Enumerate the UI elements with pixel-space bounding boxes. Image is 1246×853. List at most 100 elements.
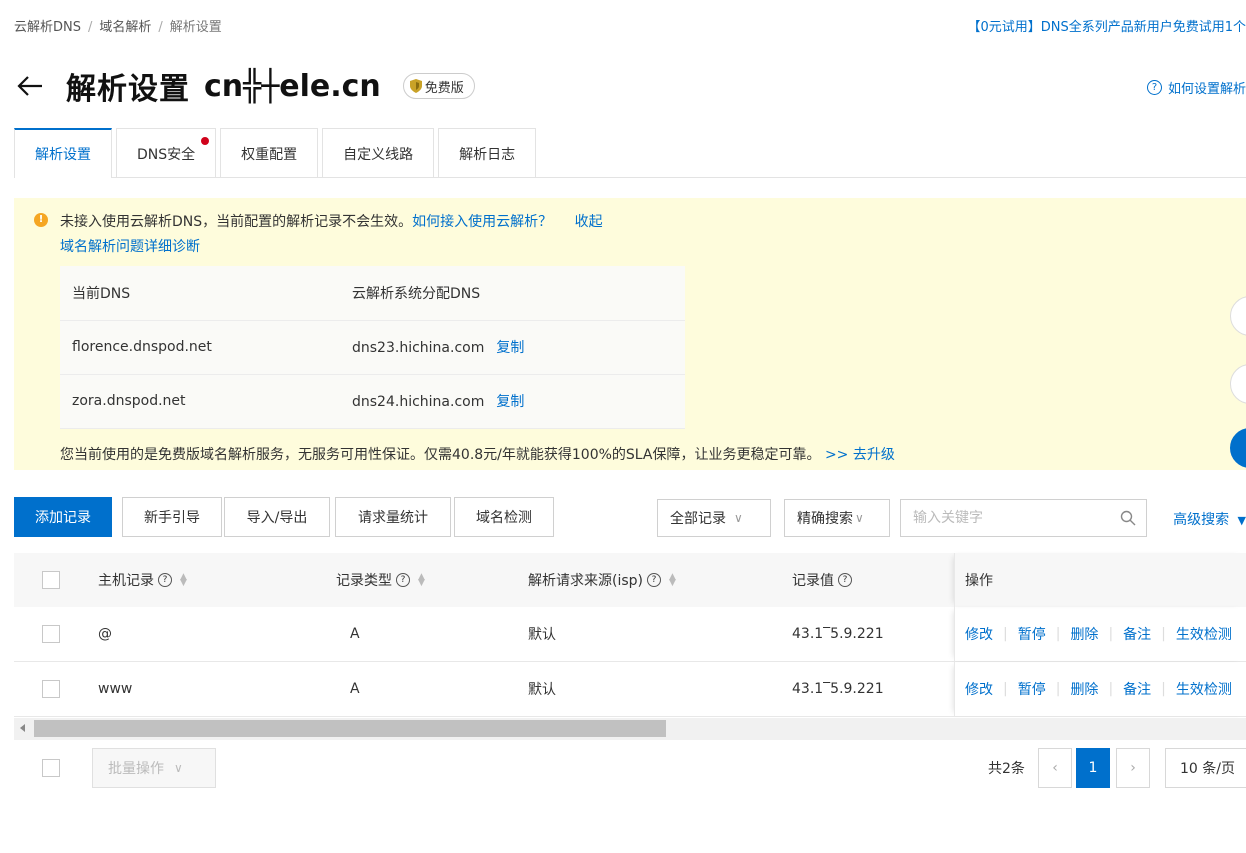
how-to-connect-link[interactable]: 如何接入使用云解析？ [412, 214, 552, 230]
promo-link[interactable]: 【0元试用】DNS全系列产品新用户免费试用1个 [967, 16, 1246, 35]
copy-button[interactable]: 复制 [496, 394, 524, 410]
tab-bar: 解析设置 DNS安全 权重配置 自定义线路 解析日志 [14, 128, 540, 178]
column-type[interactable]: 记录类型? ▲ ▼ [336, 553, 425, 607]
tab-weight-config[interactable]: 权重配置 [220, 128, 319, 178]
record-filter-value: 全部记录 [670, 511, 726, 527]
tab-dns-settings[interactable]: 解析设置 [14, 128, 112, 178]
record-toolbar: 添加记录 新手引导 导入/导出 请求量统计 域名检测 全部记录 ∨ 精确搜索 ∨… [14, 497, 1246, 537]
request-stats-button[interactable]: 请求量统计 [335, 497, 451, 537]
advanced-search-link[interactable]: 高级搜索 ▼ [1173, 509, 1246, 529]
assigned-dns: dns23.hichina.com [352, 340, 485, 356]
notice-panel: ! 未接入使用云解析DNS，当前配置的解析记录不会生效。如何接入使用云解析？ 收… [14, 198, 1246, 470]
row-actions-list: 修改 | 暂停 | 删除 | 备注 | 生效检测 [965, 624, 1232, 644]
tab-dns-security[interactable]: DNS安全 [116, 128, 217, 178]
value-cell: 43.1‾5.9.221 [792, 626, 884, 642]
breadcrumb: 云解析DNS / 域名解析 / 解析设置 [14, 16, 222, 35]
collapse-link[interactable]: 收起 [575, 214, 603, 230]
batch-operation-label: 批量操作 [108, 761, 164, 777]
verify-link[interactable]: 生效检测 [1176, 679, 1232, 699]
pause-link[interactable]: 暂停 [1018, 624, 1046, 644]
host-cell: www [98, 681, 133, 697]
help-icon[interactable]: ? [158, 573, 172, 587]
current-dns: florence.dnspod.net [60, 320, 340, 375]
column-type-label: 记录类型 [336, 573, 392, 589]
pause-link[interactable]: 暂停 [1018, 679, 1046, 699]
edit-link[interactable]: 修改 [965, 679, 993, 699]
assigned-dns-cell: dns23.hichina.com 复制 [340, 320, 685, 375]
chevron-down-icon: ∨ [855, 511, 864, 525]
delete-link[interactable]: 删除 [1070, 624, 1098, 644]
row-actions-list: 修改 | 暂停 | 删除 | 备注 | 生效检测 [965, 679, 1232, 699]
edition-badge-label: 免费版 [424, 80, 464, 96]
tab-dns-log[interactable]: 解析日志 [438, 128, 537, 178]
sort-icon[interactable]: ▲ ▼ [180, 573, 187, 588]
help-icon[interactable]: ? [838, 573, 852, 587]
search-icon[interactable] [1120, 510, 1136, 526]
guide-button[interactable]: 新手引导 [122, 497, 222, 537]
import-export-button[interactable]: 导入/导出 [224, 497, 330, 537]
column-host[interactable]: 主机记录? ▲ ▼ [98, 553, 187, 607]
domain-name: cn╬┼ele.cn [204, 68, 381, 104]
dns-header-assigned: 云解析系统分配DNS [340, 266, 685, 321]
table-header-row: 主机记录? ▲ ▼ 记录类型? ▲ ▼ 解析请求来源(isp)? ▲ ▼ 记录值? 操作 [14, 553, 1246, 607]
select-all-checkbox[interactable] [42, 571, 60, 589]
notice-text: 未接入使用云解析DNS，当前配置的解析记录不会生效。 [60, 214, 413, 230]
tab-divider [14, 177, 1246, 178]
upgrade-link[interactable]: >> 去升级 [825, 447, 895, 463]
breadcrumb-item-dns[interactable]: 云解析DNS [14, 20, 81, 35]
diagnose-link[interactable]: 域名解析问题详细诊断 [60, 236, 200, 256]
search-mode-select[interactable]: 精确搜索 ∨ [784, 499, 890, 537]
keyword-search-input[interactable] [901, 500, 1091, 536]
horizontal-scrollbar[interactable] [14, 718, 1246, 740]
page-size-value: 10 条/页 [1180, 761, 1235, 777]
sort-icon[interactable]: ▲ ▼ [418, 573, 425, 588]
dns-header-current: 当前DNS [60, 266, 340, 321]
column-ops: 操作 [954, 553, 1246, 607]
question-icon: ? [1146, 80, 1162, 95]
scroll-left-icon[interactable] [20, 724, 25, 732]
back-arrow-icon[interactable] [14, 70, 46, 102]
row-checkbox[interactable] [42, 680, 60, 698]
table-footer: 批量操作 ∨ 共2条 ‹ 1 › 10 条/页 [14, 748, 1246, 788]
next-page-button[interactable]: › [1116, 748, 1150, 788]
column-isp-label: 解析请求来源(isp) [528, 573, 643, 589]
assigned-dns-cell: dns24.hichina.com 复制 [340, 374, 685, 429]
batch-operation-select[interactable]: 批量操作 ∨ [92, 748, 216, 788]
breadcrumb-separator: / [88, 20, 93, 35]
dns-table: 当前DNS 云解析系统分配DNS florence.dnspod.net dns… [60, 266, 685, 429]
scrollbar-thumb[interactable] [34, 720, 666, 737]
sort-icon[interactable]: ▲ ▼ [669, 573, 676, 588]
record-filter-select[interactable]: 全部记录 ∨ [657, 499, 771, 537]
help-icon[interactable]: ? [647, 573, 661, 587]
dns-table-header: 当前DNS 云解析系统分配DNS [60, 266, 685, 321]
delete-link[interactable]: 删除 [1070, 679, 1098, 699]
edit-link[interactable]: 修改 [965, 624, 993, 644]
page-number-button[interactable]: 1 [1076, 748, 1110, 788]
breadcrumb-separator: / [158, 20, 163, 35]
search-mode-value: 精确搜索 [797, 511, 853, 527]
column-ops-label: 操作 [965, 573, 993, 589]
records-table: 主机记录? ▲ ▼ 记录类型? ▲ ▼ 解析请求来源(isp)? ▲ ▼ 记录值? 操作 @… [14, 553, 1246, 717]
prev-page-button[interactable]: ‹ [1038, 748, 1072, 788]
column-value: 记录值? [792, 553, 852, 607]
row-checkbox[interactable] [42, 625, 60, 643]
help-icon[interactable]: ? [396, 573, 410, 587]
footer-select-all-checkbox[interactable] [42, 759, 60, 777]
shield-icon [409, 79, 422, 93]
row-actions: 修改 | 暂停 | 删除 | 备注 | 生效检测 [954, 607, 1246, 661]
search-box [900, 499, 1147, 537]
tab-custom-line[interactable]: 自定义线路 [322, 128, 435, 178]
help-link[interactable]: ? 如何设置解析 [1146, 78, 1246, 97]
column-isp[interactable]: 解析请求来源(isp)? ▲ ▼ [528, 553, 676, 607]
domain-check-button[interactable]: 域名检测 [454, 497, 554, 537]
total-count: 共2条 [988, 761, 1025, 777]
row-select-cell [42, 607, 60, 661]
note-link[interactable]: 备注 [1123, 624, 1151, 644]
value-cell: 43.1‾5.9.221 [792, 681, 884, 697]
breadcrumb-item-domain[interactable]: 域名解析 [99, 20, 151, 35]
note-link[interactable]: 备注 [1123, 679, 1151, 699]
add-record-button[interactable]: 添加记录 [14, 497, 112, 537]
copy-button[interactable]: 复制 [496, 340, 524, 356]
verify-link[interactable]: 生效检测 [1176, 624, 1232, 644]
page-size-select[interactable]: 10 条/页 [1165, 748, 1246, 788]
